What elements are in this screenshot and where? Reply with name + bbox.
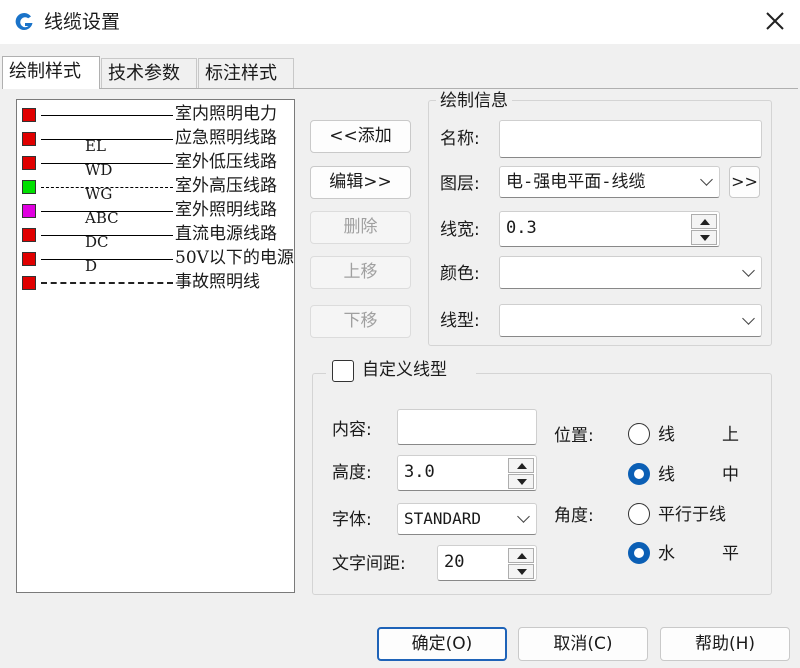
color-swatch — [22, 180, 36, 194]
list-item[interactable]: WD 室外低压线路 — [17, 151, 294, 179]
ok-button[interactable]: 确定(O) — [377, 627, 507, 661]
color-swatch — [22, 252, 36, 266]
layer-select[interactable]: 电-强电平面-线缆 — [499, 166, 720, 198]
edit-button[interactable]: 编辑>> — [310, 166, 411, 199]
angle-horizontal-label-b: 平 — [722, 544, 739, 564]
custom-linetype-label: 自定义线型 — [362, 360, 447, 380]
spin-up-icon[interactable] — [691, 214, 717, 229]
list-item-label: 室外低压线路 — [175, 152, 277, 172]
list-item-label: 直流电源线路 — [175, 224, 277, 244]
move-up-button[interactable]: 上移 — [310, 256, 411, 289]
list-item-label: 室外高压线路 — [175, 176, 277, 196]
cable-list[interactable]: 室内照明电力 EL 应急照明线路 WD 室外低压线路 WG 室外高压线路 ABC… — [16, 99, 295, 593]
angle-label: 角度: — [554, 506, 594, 526]
custom-linetype-checkbox[interactable] — [332, 360, 354, 382]
position-middle-radio[interactable] — [628, 463, 650, 485]
line-sample — [41, 115, 173, 116]
list-item-label: 应急照明线路 — [175, 128, 277, 148]
linetype-select[interactable] — [499, 304, 762, 337]
list-item-label: 50V以下的电源 — [175, 248, 294, 268]
content-input[interactable] — [397, 409, 537, 445]
add-button[interactable]: <<添加 — [310, 120, 411, 153]
color-swatch — [22, 132, 36, 146]
color-swatch — [22, 204, 36, 218]
height-stepper[interactable]: 3.0 — [397, 455, 537, 491]
height-label: 高度: — [332, 463, 372, 483]
chevron-down-icon — [517, 510, 530, 523]
list-item[interactable]: 事故照明线 — [17, 271, 294, 295]
width-stepper[interactable]: 0.3 — [499, 211, 720, 247]
layer-label: 图层: — [440, 174, 480, 194]
list-item[interactable]: D 50V以下的电源 — [17, 247, 294, 275]
position-middle-label-a: 线 — [658, 465, 675, 485]
color-swatch — [22, 276, 36, 290]
layer-select-value: 电-强电平面-线缆 — [506, 172, 646, 192]
chevron-down-icon — [742, 263, 755, 277]
spin-down-icon[interactable] — [508, 564, 534, 579]
width-value: 0.3 — [506, 218, 537, 238]
color-swatch — [22, 228, 36, 242]
window-title: 线缆设置 — [44, 11, 121, 33]
tab-tech-params[interactable]: 技术参数 — [101, 58, 197, 88]
spacing-stepper[interactable]: 20 — [437, 545, 537, 581]
name-label: 名称: — [440, 129, 480, 149]
name-input[interactable] — [499, 120, 762, 158]
help-button[interactable]: 帮助(H) — [660, 627, 790, 661]
width-label: 线宽: — [440, 220, 480, 240]
color-label: 颜色: — [440, 264, 480, 284]
spin-up-icon[interactable] — [508, 548, 534, 563]
angle-horizontal-label-a: 水 — [658, 544, 675, 564]
angle-parallel-label: 平行于线 — [658, 505, 726, 525]
position-above-radio[interactable] — [628, 423, 650, 445]
tab-label-style[interactable]: 标注样式 — [198, 58, 294, 88]
position-above-label-a: 线 — [658, 425, 675, 445]
font-select[interactable]: STANDARD — [397, 503, 537, 535]
position-label: 位置: — [554, 426, 594, 446]
font-label: 字体: — [332, 510, 372, 530]
list-item[interactable]: WG 室外高压线路 — [17, 175, 294, 203]
delete-button[interactable]: 删除 — [310, 211, 411, 244]
color-swatch — [22, 108, 36, 122]
angle-parallel-radio[interactable] — [628, 503, 650, 525]
content-label: 内容: — [332, 420, 372, 440]
font-select-value: STANDARD — [404, 509, 482, 528]
list-item[interactable]: EL 应急照明线路 — [17, 127, 294, 155]
list-item[interactable]: DC 直流电源线路 — [17, 223, 294, 251]
color-select[interactable] — [499, 256, 762, 289]
color-swatch — [22, 156, 36, 170]
spacing-value: 20 — [444, 552, 465, 572]
list-item[interactable]: ABC 室外照明线路 — [17, 199, 294, 227]
line-sample — [41, 282, 173, 284]
linetype-label: 线型: — [440, 311, 480, 331]
close-icon[interactable] — [762, 8, 788, 34]
app-logo-icon — [15, 13, 33, 31]
line-sample — [41, 259, 173, 260]
chevron-down-icon — [700, 173, 713, 186]
cancel-button[interactable]: 取消(C) — [518, 627, 648, 661]
position-above-label-b: 上 — [722, 425, 739, 445]
height-value: 3.0 — [404, 462, 435, 482]
position-middle-label-b: 中 — [722, 465, 739, 485]
list-item-label: 事故照明线 — [175, 272, 260, 292]
move-down-button[interactable]: 下移 — [310, 305, 411, 338]
layer-more-button[interactable]: >> — [729, 166, 760, 198]
spin-up-icon[interactable] — [508, 458, 534, 473]
tab-draw-style[interactable]: 绘制样式 — [2, 56, 100, 89]
chevron-down-icon — [742, 311, 755, 325]
spin-down-icon[interactable] — [691, 230, 717, 245]
spacing-label: 文字间距: — [332, 554, 406, 574]
list-item[interactable]: 室内照明电力 — [17, 103, 294, 127]
list-item-label: 室外照明线路 — [175, 200, 277, 220]
draw-info-legend: 绘制信息 — [436, 90, 512, 112]
list-item-label: 室内照明电力 — [175, 104, 277, 124]
spin-down-icon[interactable] — [508, 474, 534, 489]
angle-horizontal-radio[interactable] — [628, 542, 650, 564]
line-sample — [41, 139, 173, 140]
